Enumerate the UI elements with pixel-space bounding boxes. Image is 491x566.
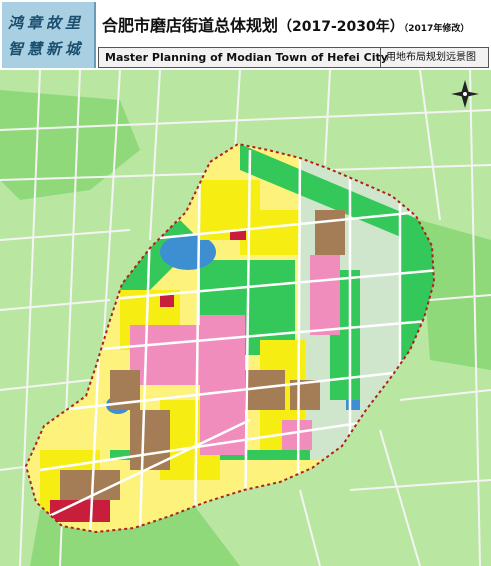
zone-administrative-3 xyxy=(160,295,174,307)
header: 鸿章故里 智慧新城 合肥市磨店街道总体规划（2017-2030年）（2017年修… xyxy=(0,0,491,70)
brand-logo: 鸿章故里 智慧新城 xyxy=(2,2,96,68)
brand-line-2: 智慧新城 xyxy=(8,40,85,58)
title-years: （2017-2030年） xyxy=(278,19,404,35)
title-main: 合肥市磨店街道总体规划 xyxy=(102,16,279,35)
land-use-map xyxy=(0,70,491,566)
zone-commercial-2 xyxy=(130,325,200,385)
zone-industrial-1 xyxy=(315,210,345,255)
water-small xyxy=(346,400,360,410)
zone-commercial-1 xyxy=(310,255,340,335)
subtitle-divider xyxy=(380,48,381,67)
title-revision: （2017年修改） xyxy=(403,24,470,34)
page-title: 合肥市磨店街道总体规划（2017-2030年）（2017年修改） xyxy=(102,10,488,42)
planning-map-page: 鸿章故里 智慧新城 合肥市磨店街道总体规划（2017-2030年）（2017年修… xyxy=(0,0,491,566)
title-english: Master Planning of Modian Town of Hefei … xyxy=(105,51,388,64)
subtitle-bar: Master Planning of Modian Town of Hefei … xyxy=(98,47,489,68)
brand-line-1: 鸿章故里 xyxy=(8,14,85,32)
map-type-label: 用地布局规划远景图 xyxy=(386,52,476,63)
